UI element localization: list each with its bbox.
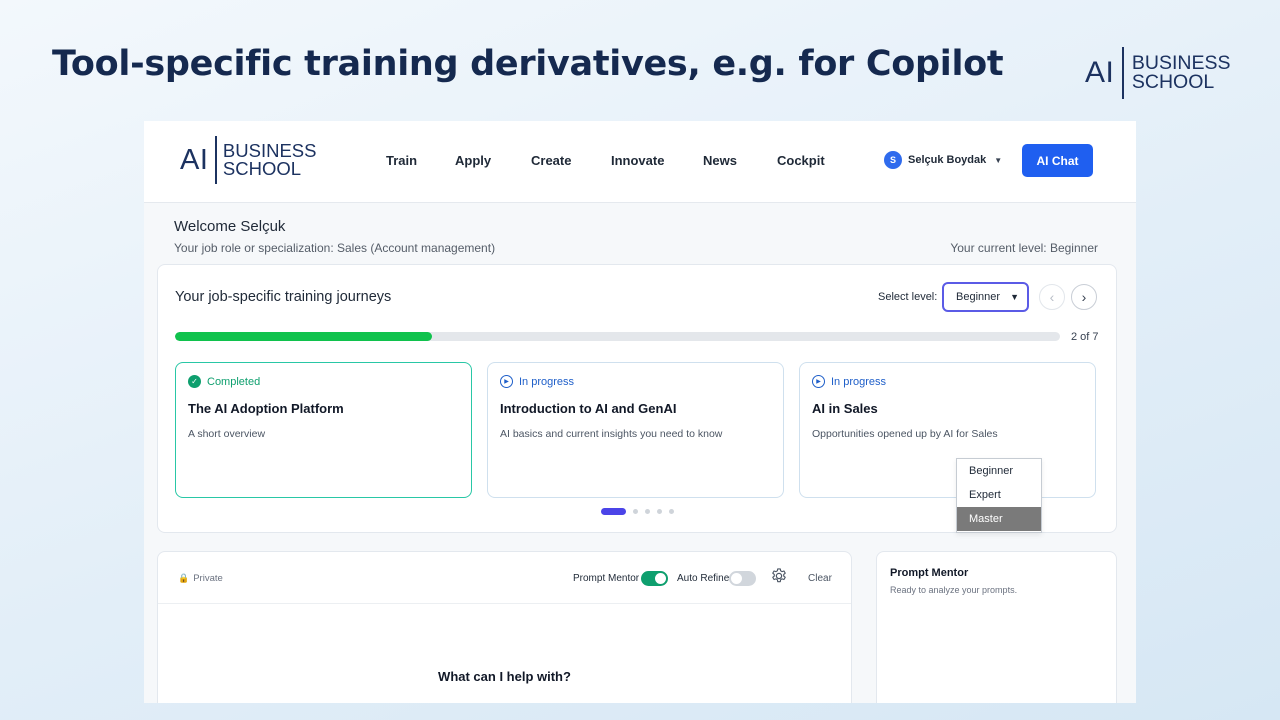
- app-header: AI BUSINESS SCHOOL Train Apply Create In…: [144, 121, 1136, 203]
- gear-icon[interactable]: [770, 567, 788, 585]
- level-select-value: Beginner: [956, 291, 1001, 303]
- brand-logo: AI BUSINESS SCHOOL: [1085, 47, 1230, 99]
- progress-text: 2 of 7: [1071, 331, 1099, 343]
- status-badge: ✓ Completed: [188, 375, 260, 388]
- user-menu[interactable]: S Selçuk Boydak ▼: [884, 151, 1002, 169]
- prompt-mentor-subtitle: Ready to analyze your prompts.: [890, 585, 1018, 595]
- prev-button[interactable]: ‹: [1039, 284, 1065, 310]
- pagination-dot[interactable]: [633, 509, 638, 514]
- nav-create[interactable]: Create: [531, 153, 571, 168]
- nav-train[interactable]: Train: [386, 153, 417, 168]
- level-dropdown-menu: Beginner Expert Master: [956, 458, 1042, 533]
- next-button[interactable]: ›: [1071, 284, 1097, 310]
- brand-word-2: SCHOOL: [1131, 71, 1215, 93]
- app-logo-word-2: SCHOOL: [222, 158, 302, 179]
- chat-toolbar: 🔒 Private Prompt Mentor Auto Refine Clea…: [158, 552, 851, 604]
- pagination-dot[interactable]: [601, 508, 626, 515]
- select-level-label: Select level:: [878, 291, 938, 303]
- auto-refine-label: Auto Refine: [677, 573, 730, 584]
- course-card-2[interactable]: ▶ In progress Introduction to AI and Gen…: [487, 362, 784, 498]
- nav-innovate[interactable]: Innovate: [611, 153, 664, 168]
- status-text: In progress: [831, 375, 887, 388]
- pagination-dot[interactable]: [645, 509, 650, 514]
- pagination-dot[interactable]: [657, 509, 662, 514]
- private-label: Private: [193, 573, 223, 584]
- ai-chat-button[interactable]: AI Chat: [1022, 144, 1093, 177]
- clear-button[interactable]: Clear: [808, 573, 832, 584]
- carousel-pagination: [601, 508, 681, 515]
- course-description: AI basics and current insights you need …: [500, 428, 723, 440]
- course-title: The AI Adoption Platform: [188, 401, 344, 416]
- app-logo[interactable]: AI BUSINESS SCHOOL: [180, 136, 316, 184]
- status-text: Completed: [207, 375, 261, 388]
- prompt-mentor-label: Prompt Mentor: [573, 573, 640, 584]
- slide-title: Tool-specific training derivatives, e.g.…: [52, 44, 1004, 84]
- play-circle-icon: ▶: [812, 375, 825, 388]
- welcome-heading: Welcome Selçuk: [174, 218, 286, 235]
- chat-placeholder-heading: What can I help with?: [438, 669, 571, 684]
- private-indicator[interactable]: 🔒 Private: [178, 573, 223, 584]
- course-description: A short overview: [188, 428, 266, 440]
- chat-panel: 🔒 Private Prompt Mentor Auto Refine Clea…: [157, 551, 852, 703]
- training-journeys-card: Your job-specific training journeys Sele…: [157, 264, 1117, 533]
- journeys-title: Your job-specific training journeys: [175, 289, 392, 305]
- toggle-knob: [731, 573, 742, 584]
- level-option-master[interactable]: Master: [957, 507, 1041, 531]
- brand-ai: AI: [1085, 56, 1115, 89]
- brand-divider: [1122, 47, 1124, 99]
- lock-icon: 🔒: [178, 573, 190, 583]
- prompt-mentor-panel: Prompt Mentor Ready to analyze your prom…: [876, 551, 1117, 703]
- toggle-knob: [655, 573, 666, 584]
- prompt-mentor-title: Prompt Mentor: [890, 567, 969, 579]
- prompt-mentor-toggle[interactable]: [641, 571, 668, 586]
- nav-cockpit[interactable]: Cockpit: [777, 153, 825, 168]
- chevron-down-icon: ▼: [1010, 292, 1019, 302]
- status-badge: ▶ In progress: [500, 375, 574, 388]
- app-window: AI BUSINESS SCHOOL Train Apply Create In…: [144, 121, 1136, 703]
- level-option-beginner[interactable]: Beginner: [957, 459, 1041, 483]
- chevron-left-icon: ‹: [1049, 289, 1055, 305]
- status-badge: ▶ In progress: [812, 375, 886, 388]
- auto-refine-toggle[interactable]: [729, 571, 756, 586]
- course-card-1[interactable]: ✓ Completed The AI Adoption Platform A s…: [175, 362, 472, 498]
- chevron-right-icon: ›: [1081, 289, 1087, 305]
- course-card-3[interactable]: ▶ In progress AI in Sales Opportunities …: [799, 362, 1096, 498]
- check-circle-icon: ✓: [188, 375, 201, 388]
- course-description: Opportunities opened up by AI for Sales: [812, 428, 998, 440]
- app-logo-ai: AI: [180, 143, 209, 176]
- course-title: Introduction to AI and GenAI: [500, 401, 677, 416]
- job-role-text: Your job role or specialization: Sales (…: [174, 241, 496, 255]
- progress-bar: [175, 332, 1060, 341]
- progress-fill: [175, 332, 432, 341]
- nav-apply[interactable]: Apply: [455, 153, 491, 168]
- user-name: Selçuk Boydak: [908, 154, 987, 166]
- app-logo-divider: [215, 136, 217, 184]
- avatar: S: [884, 151, 902, 169]
- level-option-expert[interactable]: Expert: [957, 483, 1041, 507]
- play-circle-icon: ▶: [500, 375, 513, 388]
- level-select[interactable]: Beginner ▼: [942, 282, 1029, 312]
- chevron-down-icon: ▼: [994, 155, 1003, 165]
- pagination-dot[interactable]: [669, 509, 674, 514]
- current-level-text: Your current level: Beginner: [950, 241, 1098, 255]
- status-text: In progress: [519, 375, 575, 388]
- nav-news[interactable]: News: [703, 153, 737, 168]
- course-title: AI in Sales: [812, 401, 878, 416]
